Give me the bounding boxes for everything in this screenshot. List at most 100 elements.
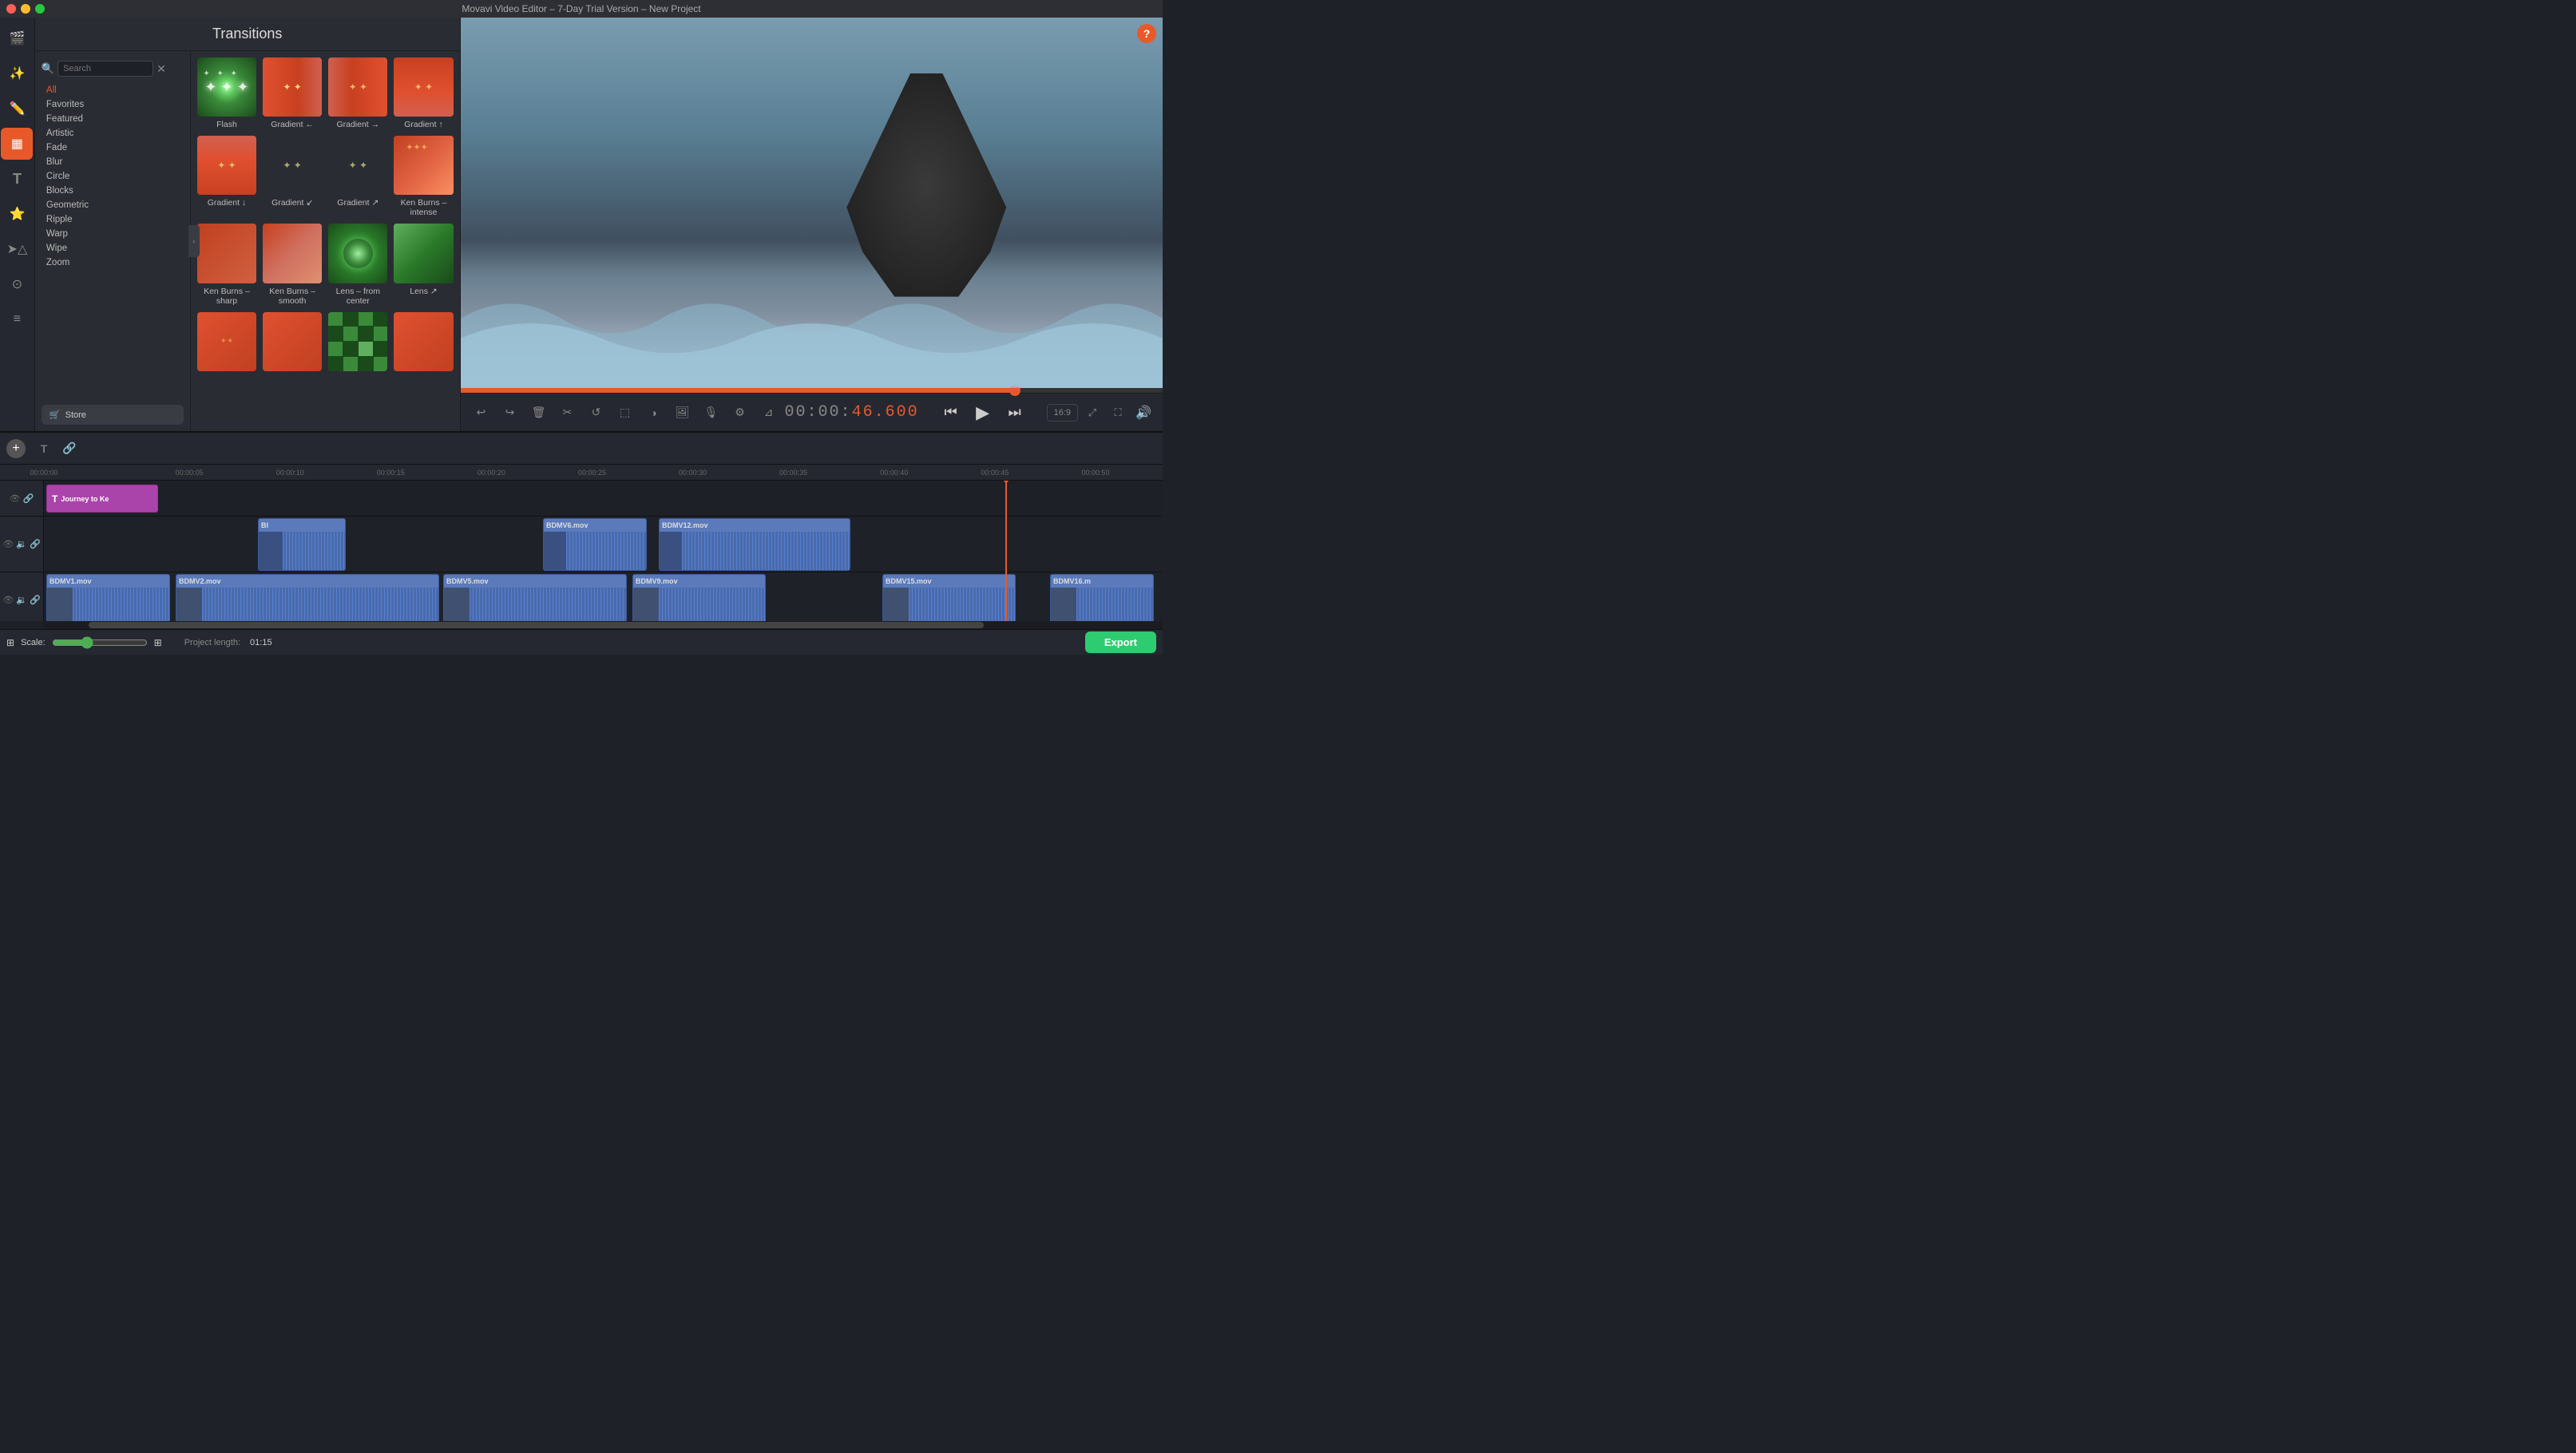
title-clip[interactable]: T Journey to Ke [46, 485, 158, 513]
transition-lens-center[interactable]: Lens – from center [328, 224, 387, 305]
clip-bdmv12[interactable]: BDMV12.mov [659, 518, 850, 571]
search-input[interactable] [57, 61, 153, 77]
cut-button[interactable]: ✂ [555, 400, 581, 426]
transition-gradient-u[interactable]: ✦ ✦ Gradient ↑ [394, 57, 453, 129]
tl-text-tool[interactable]: T [32, 437, 56, 461]
aspect-ratio-selector[interactable]: 16:9 [1047, 404, 1078, 422]
category-blocks[interactable]: Blocks [35, 184, 190, 198]
project-length-label: Project length: [184, 638, 240, 647]
preview-progress-bar[interactable] [461, 388, 1163, 393]
redo-button[interactable]: ↪ [497, 400, 523, 426]
transition-more1[interactable]: ✦✦ [197, 312, 256, 374]
close-button[interactable] [6, 4, 16, 14]
category-ripple[interactable]: Ripple [35, 212, 190, 227]
tl-link-tool[interactable]: 🔗 [57, 437, 81, 461]
timeline-section: + T 🔗 00:00:00 00:00:05 00:00:10 00:00:1… [0, 431, 1163, 655]
tool-camera[interactable]: ⊙ [1, 268, 33, 300]
clip-bdmv5[interactable]: BDMV5.mov [443, 574, 627, 621]
category-artistic[interactable]: Artistic [35, 126, 190, 141]
clip-bdmv9[interactable]: BDMV9.mov [632, 574, 766, 621]
category-fade[interactable]: Fade [35, 141, 190, 155]
transition-gradient-dl[interactable]: ✦ ✦ Gradient ↙ [263, 136, 322, 217]
video-track-1: BDMV1.mov BDMV2.mov [44, 572, 1162, 621]
title-track: T Journey to Ke [44, 481, 1162, 517]
category-all[interactable]: All [35, 83, 190, 97]
store-button[interactable]: 🛒 Store [42, 405, 184, 425]
scale-end-icon: ⊞ [154, 637, 162, 648]
close-search-icon[interactable]: ✕ [157, 62, 166, 76]
tool-filter[interactable]: ≡ [1, 303, 33, 335]
minimize-button[interactable] [21, 4, 30, 14]
tool-magic[interactable]: ✨ [1, 57, 33, 89]
crop-button[interactable]: ⬚ [612, 400, 638, 426]
category-blur[interactable]: Blur [35, 155, 190, 169]
clip-bdmv16[interactable]: BDMV16.m [1050, 574, 1154, 621]
category-circle[interactable]: Circle [35, 169, 190, 184]
rotate-button[interactable]: ↺ [584, 400, 609, 426]
category-warp[interactable]: Warp [35, 227, 190, 241]
category-geometric[interactable]: Geometric [35, 198, 190, 212]
transition-more3[interactable] [394, 312, 453, 374]
transition-kenburns-smooth[interactable]: Ken Burns – smooth [263, 224, 322, 305]
track-labels: 👁 🔗 👁 🔉 🔗 👁 🔉 🔗 [0, 481, 44, 621]
mic-button[interactable]: 🎙 [699, 400, 724, 426]
transition-more2[interactable] [263, 312, 322, 374]
bottom-controls: ⊞ Scale: ⊞ Project length: 01:15 Export [0, 629, 1163, 655]
volume-button[interactable]: 🔊 [1132, 402, 1155, 424]
category-featured[interactable]: Featured [35, 112, 190, 126]
clip-bdmv6[interactable]: BDMV6.mov [543, 518, 647, 571]
tool-motion[interactable]: ➤△ [1, 233, 33, 265]
transition-gradient-r[interactable]: ✦ ✦ Gradient → [328, 57, 387, 129]
transition-gradient-ur[interactable]: ✦ ✦ Gradient ↗ [328, 136, 387, 217]
help-button[interactable]: ? [1137, 24, 1156, 43]
brightness-button[interactable]: ◑ [641, 400, 667, 426]
category-wipe[interactable]: Wipe [35, 241, 190, 255]
audio-button[interactable]: ⊿ [756, 400, 782, 426]
undo-button[interactable]: ↩ [469, 400, 494, 426]
add-track-button[interactable]: + [6, 439, 26, 458]
collapse-panel-button[interactable]: ‹ [188, 225, 200, 257]
transitions-header: Transitions [35, 18, 460, 51]
clip-bdmv2[interactable]: BDMV2.mov [176, 574, 439, 621]
transition-mosaic[interactable] [328, 312, 387, 374]
store-icon: 🛒 [50, 410, 61, 420]
transition-kenburns-intense[interactable]: ✦✦✦ Ken Burns – intense [394, 136, 453, 217]
clip-bdmv1[interactable]: BDMV1.mov [46, 574, 170, 621]
skip-back-button[interactable]: ⏮ [938, 400, 964, 426]
transition-lens[interactable]: Lens ↗ [394, 224, 453, 305]
transition-flash[interactable]: ✦ ✦ ✦ Flash [197, 57, 256, 129]
export-button[interactable]: Export [1085, 631, 1156, 653]
clip-bl[interactable]: Bl [258, 518, 346, 571]
category-favorites[interactable]: Favorites [35, 97, 190, 112]
delete-button[interactable]: 🗑 [526, 400, 552, 426]
image-button[interactable]: 🖼 [670, 400, 696, 426]
transition-gradient-d[interactable]: ✦ ✦ Gradient ↓ [197, 136, 256, 217]
skip-forward-button[interactable]: ⏭ [1002, 400, 1028, 426]
search-bar: 🔍 ✕ [35, 57, 190, 80]
search-icon: 🔍 [42, 62, 54, 75]
horizontal-scrollbar[interactable] [44, 621, 1163, 629]
tool-text[interactable]: T [1, 163, 33, 195]
timeline-ruler: 00:00:00 00:00:05 00:00:10 00:00:15 00:0… [0, 465, 1163, 481]
settings-button[interactable]: ⚙ [727, 400, 753, 426]
project-length-value: 01:15 [250, 638, 272, 647]
clip-bdmv15[interactable]: BDMV15.mov [882, 574, 1016, 621]
tool-transitions[interactable]: ▦ [1, 128, 33, 160]
maximize-button[interactable] [35, 4, 45, 14]
tool-edit[interactable]: ✏️ [1, 93, 33, 125]
scale-slider[interactable] [52, 636, 148, 649]
tool-media[interactable]: 🎬 [1, 22, 33, 54]
fullscreen-button[interactable]: ⤢ [1081, 402, 1104, 424]
category-zoom[interactable]: Zoom [35, 255, 190, 270]
play-button[interactable]: ▶ [970, 400, 996, 426]
timecode: 00:00:46.600 [785, 403, 919, 422]
left-toolbar: 🎬 ✨ ✏️ ▦ T ⭐ ➤△ ⊙ ≡ [0, 18, 35, 431]
controls-bar: ↩ ↪ 🗑 ✂ ↺ ⬚ ◑ 🖼 🎙 ⚙ ⊿ 00:00:46.600 ⏮ ▶ ⏭ [461, 393, 1163, 431]
track-scroll-area[interactable]: T Journey to Ke Bl [44, 481, 1163, 621]
tool-effects[interactable]: ⭐ [1, 198, 33, 230]
timeline-toolbar: + T 🔗 [0, 433, 1163, 465]
transition-gradient-l[interactable]: ✦ ✦ Gradient ← [263, 57, 322, 129]
expand-button[interactable]: ⛶ [1107, 402, 1129, 424]
transition-kenburns-sharp[interactable]: Ken Burns – sharp [197, 224, 256, 305]
video-track-2: Bl BDMV6.mov [44, 517, 1162, 572]
